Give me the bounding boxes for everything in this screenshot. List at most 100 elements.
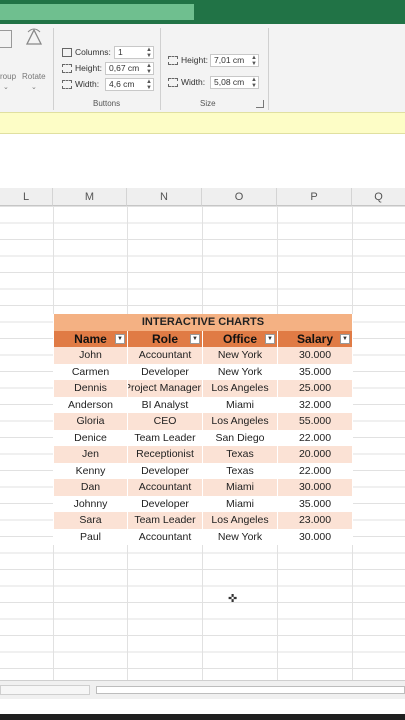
filter-dropdown-icon[interactable]: ▼ (190, 333, 200, 344)
spinner-arrows-icon[interactable]: ▲ ▼ (146, 63, 152, 75)
header-role[interactable]: Role ▼ (127, 330, 203, 347)
column-header-q[interactable]: Q (352, 188, 405, 206)
cell-salary[interactable]: 22.000 (277, 429, 353, 446)
cell-role[interactable]: Accountant (127, 528, 203, 545)
ribbon: roup Rotate ⌄ ⌄ Columns: 1 ▲ ▼ Height: 0,… (0, 24, 405, 113)
rotate-button-label[interactable]: Rotate (22, 72, 46, 81)
button-height-spinner[interactable]: 0,67 cm ▲ ▼ (105, 62, 154, 75)
header-label: Office (222, 331, 257, 346)
cell-salary[interactable]: 32.000 (277, 396, 353, 413)
cell-name[interactable]: Jen (53, 446, 128, 463)
cell-name[interactable]: Kenny (53, 462, 128, 479)
spinner-arrows-icon[interactable]: ▲ ▼ (146, 79, 152, 91)
cell-role[interactable]: Developer (127, 495, 203, 512)
cell-office[interactable]: New York (202, 528, 278, 545)
table-title[interactable]: INTERACTIVE CHARTS (53, 314, 353, 331)
cell-name[interactable]: Dennis (53, 380, 128, 397)
cell-office[interactable]: New York (202, 363, 278, 380)
cell-salary[interactable]: 35.000 (277, 495, 353, 512)
cell-salary[interactable]: 35.000 (277, 363, 353, 380)
cell-office[interactable]: Los Angeles (202, 380, 278, 397)
column-header-l[interactable]: L (0, 188, 53, 206)
cell-salary[interactable]: 23.000 (277, 512, 353, 529)
columns-spinner[interactable]: 1 ▲ ▼ (114, 46, 154, 59)
cell-office[interactable]: Los Angeles (202, 512, 278, 529)
size-dialog-launcher-icon[interactable] (256, 100, 264, 108)
button-width-spinner[interactable]: 4,6 cm ▲ ▼ (105, 78, 154, 91)
cell-role[interactable]: Accountant (127, 347, 203, 364)
header-name[interactable]: Name ▼ (53, 330, 128, 347)
table-row: John Accountant New York 30.000 (53, 347, 353, 364)
cell-name[interactable]: Anderson (53, 396, 128, 413)
cell-salary[interactable]: 55.000 (277, 413, 353, 430)
spinner-arrows-icon[interactable]: ▲ ▼ (251, 77, 257, 89)
table-row: Sara Team Leader Los Angeles 23.000 (53, 512, 353, 529)
filter-dropdown-icon[interactable]: ▼ (115, 333, 125, 344)
cell-role[interactable]: Project Manager (127, 380, 203, 397)
cell-role[interactable]: CEO (127, 413, 203, 430)
spinner-arrows-icon[interactable]: ▲ ▼ (146, 47, 152, 59)
column-header-n[interactable]: N (127, 188, 202, 206)
height-icon (62, 63, 72, 73)
column-header-p[interactable]: P (277, 188, 352, 206)
horizontal-scrollbar[interactable] (0, 680, 405, 699)
cell-name[interactable]: Sara (53, 512, 128, 529)
cell-name[interactable]: Denice (53, 429, 128, 446)
size-width-row: Width: (168, 77, 205, 87)
cell-name[interactable]: Carmen (53, 363, 128, 380)
cell-office[interactable]: Texas (202, 462, 278, 479)
cell-salary[interactable]: 22.000 (277, 462, 353, 479)
cell-office[interactable]: Texas (202, 446, 278, 463)
shape-width-spinner[interactable]: 5,08 cm ▲ ▼ (210, 76, 259, 89)
header-salary[interactable]: Salary ▼ (277, 330, 353, 347)
shape-height-icon (168, 55, 178, 65)
spinner-arrows-icon[interactable]: ▲ ▼ (251, 55, 257, 67)
columns-icon (62, 47, 72, 57)
cell-role[interactable]: Developer (127, 363, 203, 380)
cell-office[interactable]: San Diego (202, 429, 278, 446)
header-office[interactable]: Office ▼ (202, 330, 278, 347)
filter-dropdown-icon[interactable]: ▼ (340, 333, 350, 344)
group-dropdown-arrow-icon[interactable]: ⌄ (3, 83, 9, 91)
table-row: Dan Accountant Miami 30.000 (53, 479, 353, 496)
cell-office[interactable]: Miami (202, 396, 278, 413)
cell-salary[interactable]: 30.000 (277, 347, 353, 364)
group-button-label[interactable]: roup (0, 72, 16, 81)
group-icon[interactable] (0, 30, 12, 48)
size-group-label: Size (200, 99, 216, 108)
cell-salary[interactable]: 25.000 (277, 380, 353, 397)
cell-role[interactable]: Receptionist (127, 446, 203, 463)
rotate-icon[interactable] (25, 28, 43, 48)
column-header-o[interactable]: O (202, 188, 277, 206)
button-width-value: 4,6 cm (109, 79, 135, 89)
cell-office[interactable]: Miami (202, 479, 278, 496)
cell-office[interactable]: Los Angeles (202, 413, 278, 430)
cell-role[interactable]: Accountant (127, 479, 203, 496)
cell-office[interactable]: New York (202, 347, 278, 364)
cell-name[interactable]: Gloria (53, 413, 128, 430)
column-header-m[interactable]: M (53, 188, 127, 206)
cell-name[interactable]: Paul (53, 528, 128, 545)
scrollbar-thumb[interactable] (96, 686, 405, 694)
cell-salary[interactable]: 30.000 (277, 479, 353, 496)
table-row: Gloria CEO Los Angeles 55.000 (53, 413, 353, 430)
cell-name[interactable]: John (53, 347, 128, 364)
rotate-dropdown-arrow-icon[interactable]: ⌄ (31, 83, 37, 91)
cell-role[interactable]: Team Leader (127, 429, 203, 446)
cell-salary[interactable]: 30.000 (277, 528, 353, 545)
columns-label: Columns: (75, 47, 111, 57)
cell-salary[interactable]: 20.000 (277, 446, 353, 463)
formula-area[interactable] (0, 134, 405, 182)
cell-role[interactable]: Developer (127, 462, 203, 479)
cell-role[interactable]: BI Analyst (127, 396, 203, 413)
filter-dropdown-icon[interactable]: ▼ (265, 333, 275, 344)
cell-office[interactable]: Miami (202, 495, 278, 512)
cell-cursor-icon: ✜ (228, 593, 238, 605)
interactive-charts-table: INTERACTIVE CHARTS Name ▼ Role ▼ Office ▼ S… (53, 314, 353, 545)
shape-height-spinner[interactable]: 7,01 cm ▲ ▼ (210, 54, 259, 67)
cell-role[interactable]: Team Leader (127, 512, 203, 529)
cell-name[interactable]: Johnny (53, 495, 128, 512)
sheet-tabs-area[interactable] (0, 685, 90, 695)
cell-name[interactable]: Dan (53, 479, 128, 496)
table-row: Jen Receptionist Texas 20.000 (53, 446, 353, 463)
